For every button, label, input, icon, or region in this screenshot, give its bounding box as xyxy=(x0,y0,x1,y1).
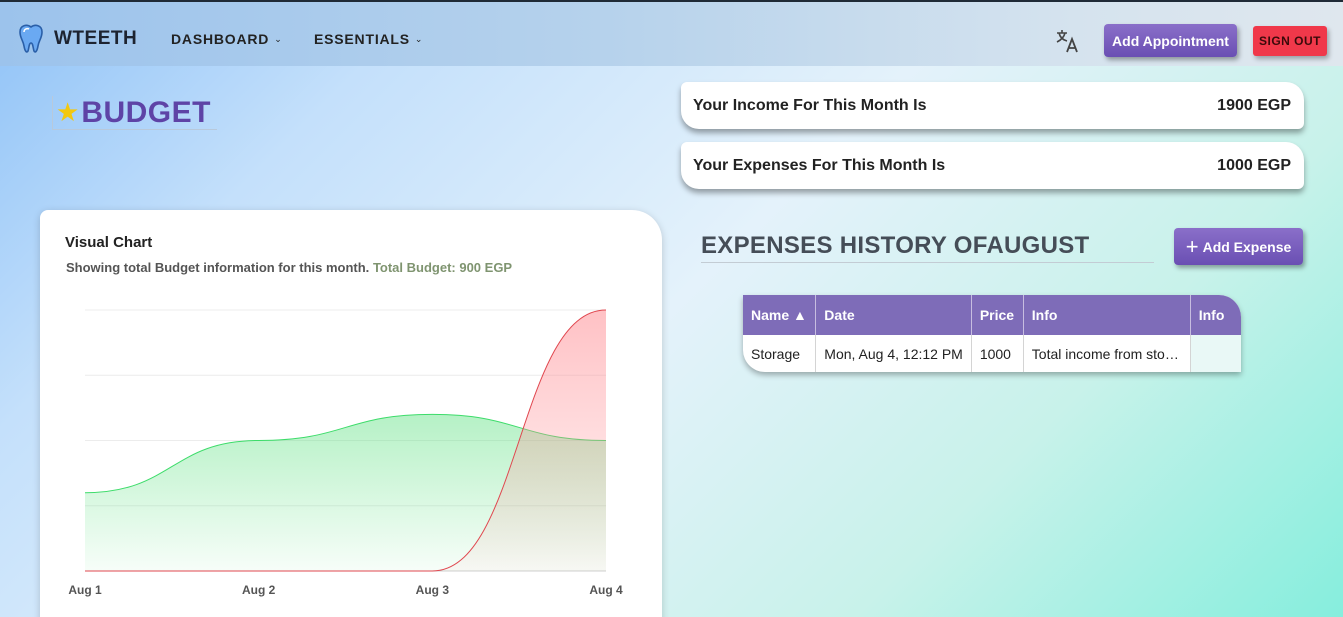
budget-area-chart: Aug 1 Aug 2 Aug 3 Aug 4 xyxy=(68,309,623,597)
top-navbar: WTEETH DASHBOARD ⌄ ESSENTIALS ⌄ Add Appo… xyxy=(0,0,1343,66)
x-tick-label: Aug 4 xyxy=(589,583,623,597)
plus-icon: + xyxy=(1185,233,1199,259)
expenses-value: 1000 EGP xyxy=(1217,156,1291,174)
column-header-name[interactable]: Name ▲ xyxy=(743,295,817,335)
chevron-down-icon: ⌄ xyxy=(274,33,283,44)
brand-name: WTEETH xyxy=(54,28,138,49)
cell-info: Total income from sto… xyxy=(1023,335,1191,372)
expenses-label: Your Expenses For This Month Is xyxy=(693,156,946,174)
column-header-info-2[interactable]: Info xyxy=(1190,295,1241,335)
expenses-table: Name ▲ Date Price Info Info Storage Mon,… xyxy=(743,295,1241,372)
cell-info-2 xyxy=(1190,335,1241,372)
nav-essentials-menu[interactable]: ESSENTIALS ⌄ xyxy=(314,31,423,47)
nav-dashboard-label: DASHBOARD xyxy=(171,31,270,47)
translate-icon[interactable] xyxy=(1055,28,1081,54)
table-row[interactable]: Storage Mon, Aug 4, 12:12 PM 1000 Total … xyxy=(743,335,1241,372)
expenses-history-title: EXPENSES HISTORY OFAUGUST xyxy=(701,232,1154,263)
cell-name: Storage xyxy=(743,335,817,372)
column-header-price[interactable]: Price xyxy=(971,295,1024,335)
visual-chart-card: Visual Chart Showing total Budget inform… xyxy=(40,210,662,617)
nav-essentials-label: ESSENTIALS xyxy=(314,31,410,47)
star-icon: ★ xyxy=(56,97,80,127)
table-header-row: Name ▲ Date Price Info Info xyxy=(743,295,1241,335)
x-tick-label: Aug 3 xyxy=(416,583,450,597)
brand-logo[interactable]: WTEETH xyxy=(18,24,137,54)
cell-price: 1000 xyxy=(971,335,1024,372)
income-value: 1900 EGP xyxy=(1217,96,1291,114)
x-tick-label: Aug 2 xyxy=(242,583,276,597)
nav-dashboard-menu[interactable]: DASHBOARD ⌄ xyxy=(171,31,283,47)
chevron-down-icon: ⌄ xyxy=(414,33,424,44)
sign-out-button[interactable]: SIGN OUT xyxy=(1253,26,1327,56)
income-label: Your Income For This Month Is xyxy=(693,96,927,114)
income-summary-card: Your Income For This Month Is 1900 EGP xyxy=(681,82,1304,129)
add-appointment-button[interactable]: Add Appointment xyxy=(1104,24,1237,57)
cell-date: Mon, Aug 4, 12:12 PM xyxy=(815,335,972,372)
add-expense-button[interactable]: + Add Expense xyxy=(1174,228,1303,265)
column-header-date[interactable]: Date xyxy=(815,295,972,335)
tooth-icon xyxy=(19,24,43,53)
page-title-text: BUDGET xyxy=(81,95,211,129)
expenses-summary-card: Your Expenses For This Month Is 1000 EGP xyxy=(681,142,1304,189)
add-expense-label: Add Expense xyxy=(1202,238,1292,255)
page-title: ★ BUDGET xyxy=(52,96,217,130)
x-tick-label: Aug 1 xyxy=(68,583,102,597)
column-header-info[interactable]: Info xyxy=(1023,295,1191,335)
